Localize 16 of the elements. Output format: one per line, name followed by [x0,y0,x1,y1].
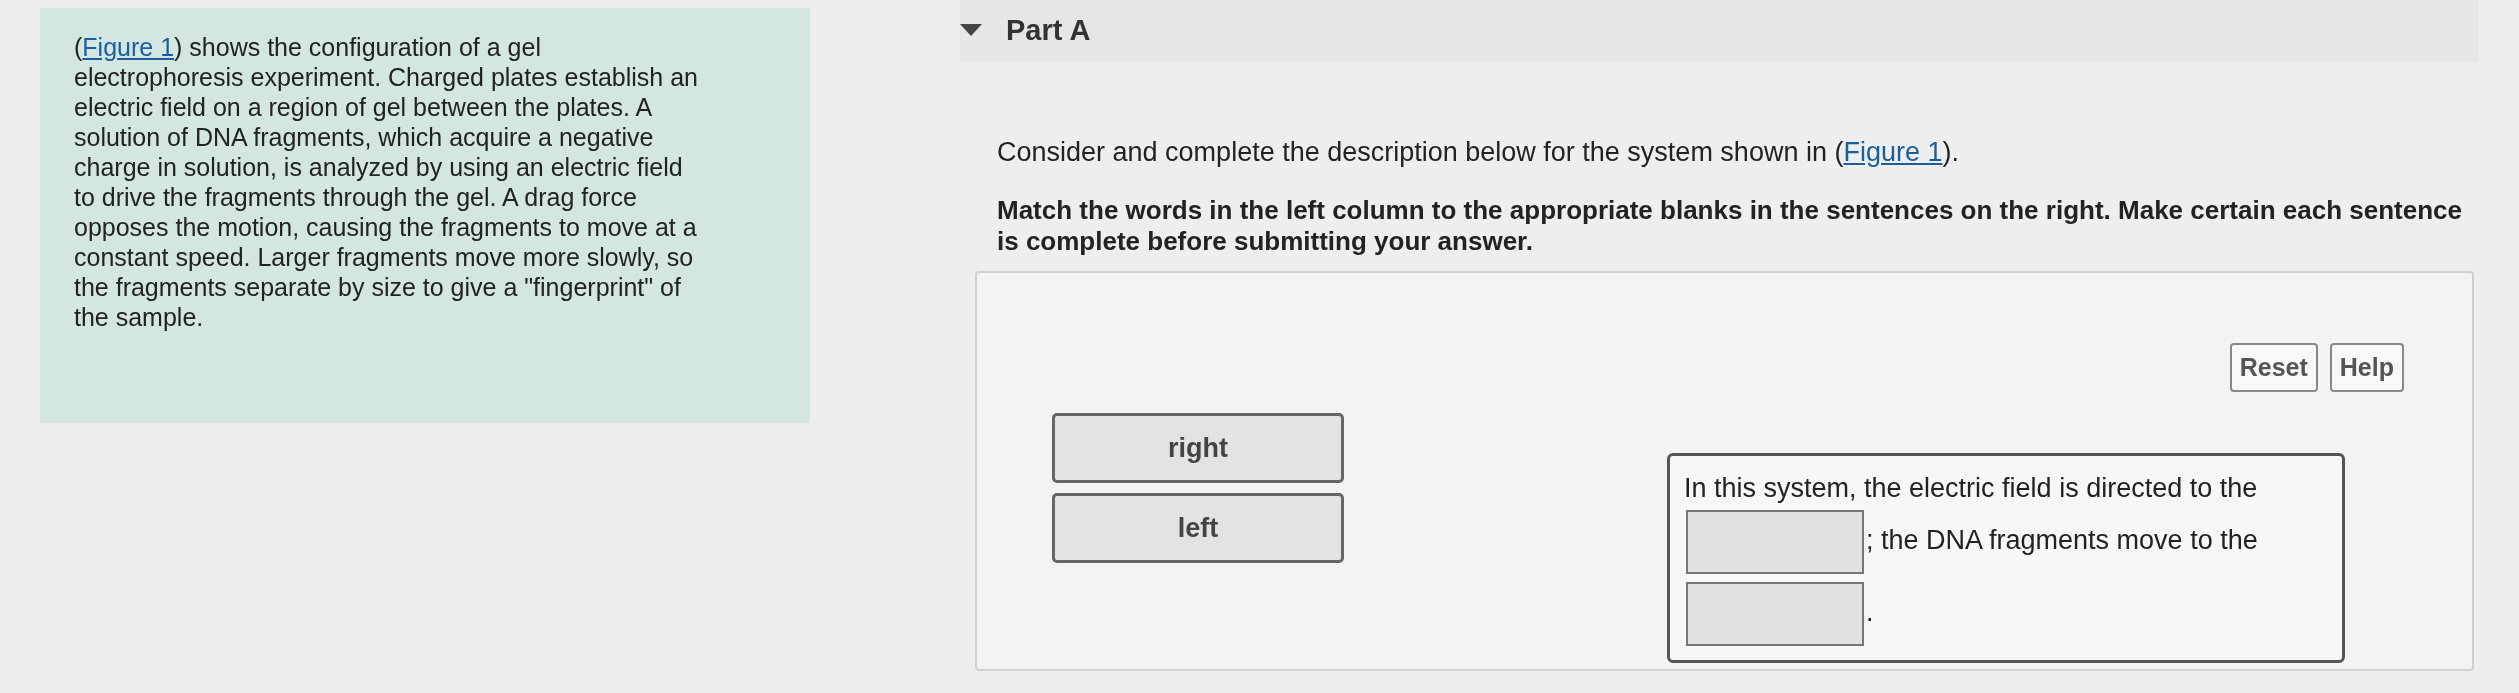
instructions-text: Match the words in the left column to the appropriate blanks in the sentences on the right. Make certain each sentence is complete before submitting your answer. [997,194,2463,257]
intro-paragraph: (Figure 1) shows the configuration of a gel electrophoresis experiment. Charged plates establish an electric field on a region of gel between the plates. A solution of DNA fragments, which acquire a negative charge in solution, is analyzed by using an electric field to drive the fragments through the gel. A drag force opposes the motion, causing the fragments to move at a constant speed. Larger fragments move more slowly, so the fragments separate by size to give a "fingerprint" of the sample. [40,8,810,423]
part-title: Part A [1006,13,1091,49]
drop-blank[interactable] [1686,581,1864,646]
sentence-text: . [1866,596,1874,627]
figure-link[interactable]: Figure 1 [1843,137,1943,167]
sentence-text: In this system, the electric field is directed to the [1684,472,2258,503]
figure-link[interactable]: Figure 1 [82,33,175,61]
drop-blank[interactable] [1686,509,1864,574]
sentence-text: ; the DNA fragments move to the [1866,524,2258,555]
toolbar-button[interactable]: Reset [2229,342,2318,392]
prompt-text: Consider and complete the description below for the system shown in (Figure 1). [997,136,1960,169]
part-header[interactable]: Part A [960,0,2479,62]
word-tile[interactable]: left [1052,492,1344,563]
word-tile[interactable]: right [1052,412,1344,483]
toolbar-button[interactable]: Help [2329,342,2404,392]
